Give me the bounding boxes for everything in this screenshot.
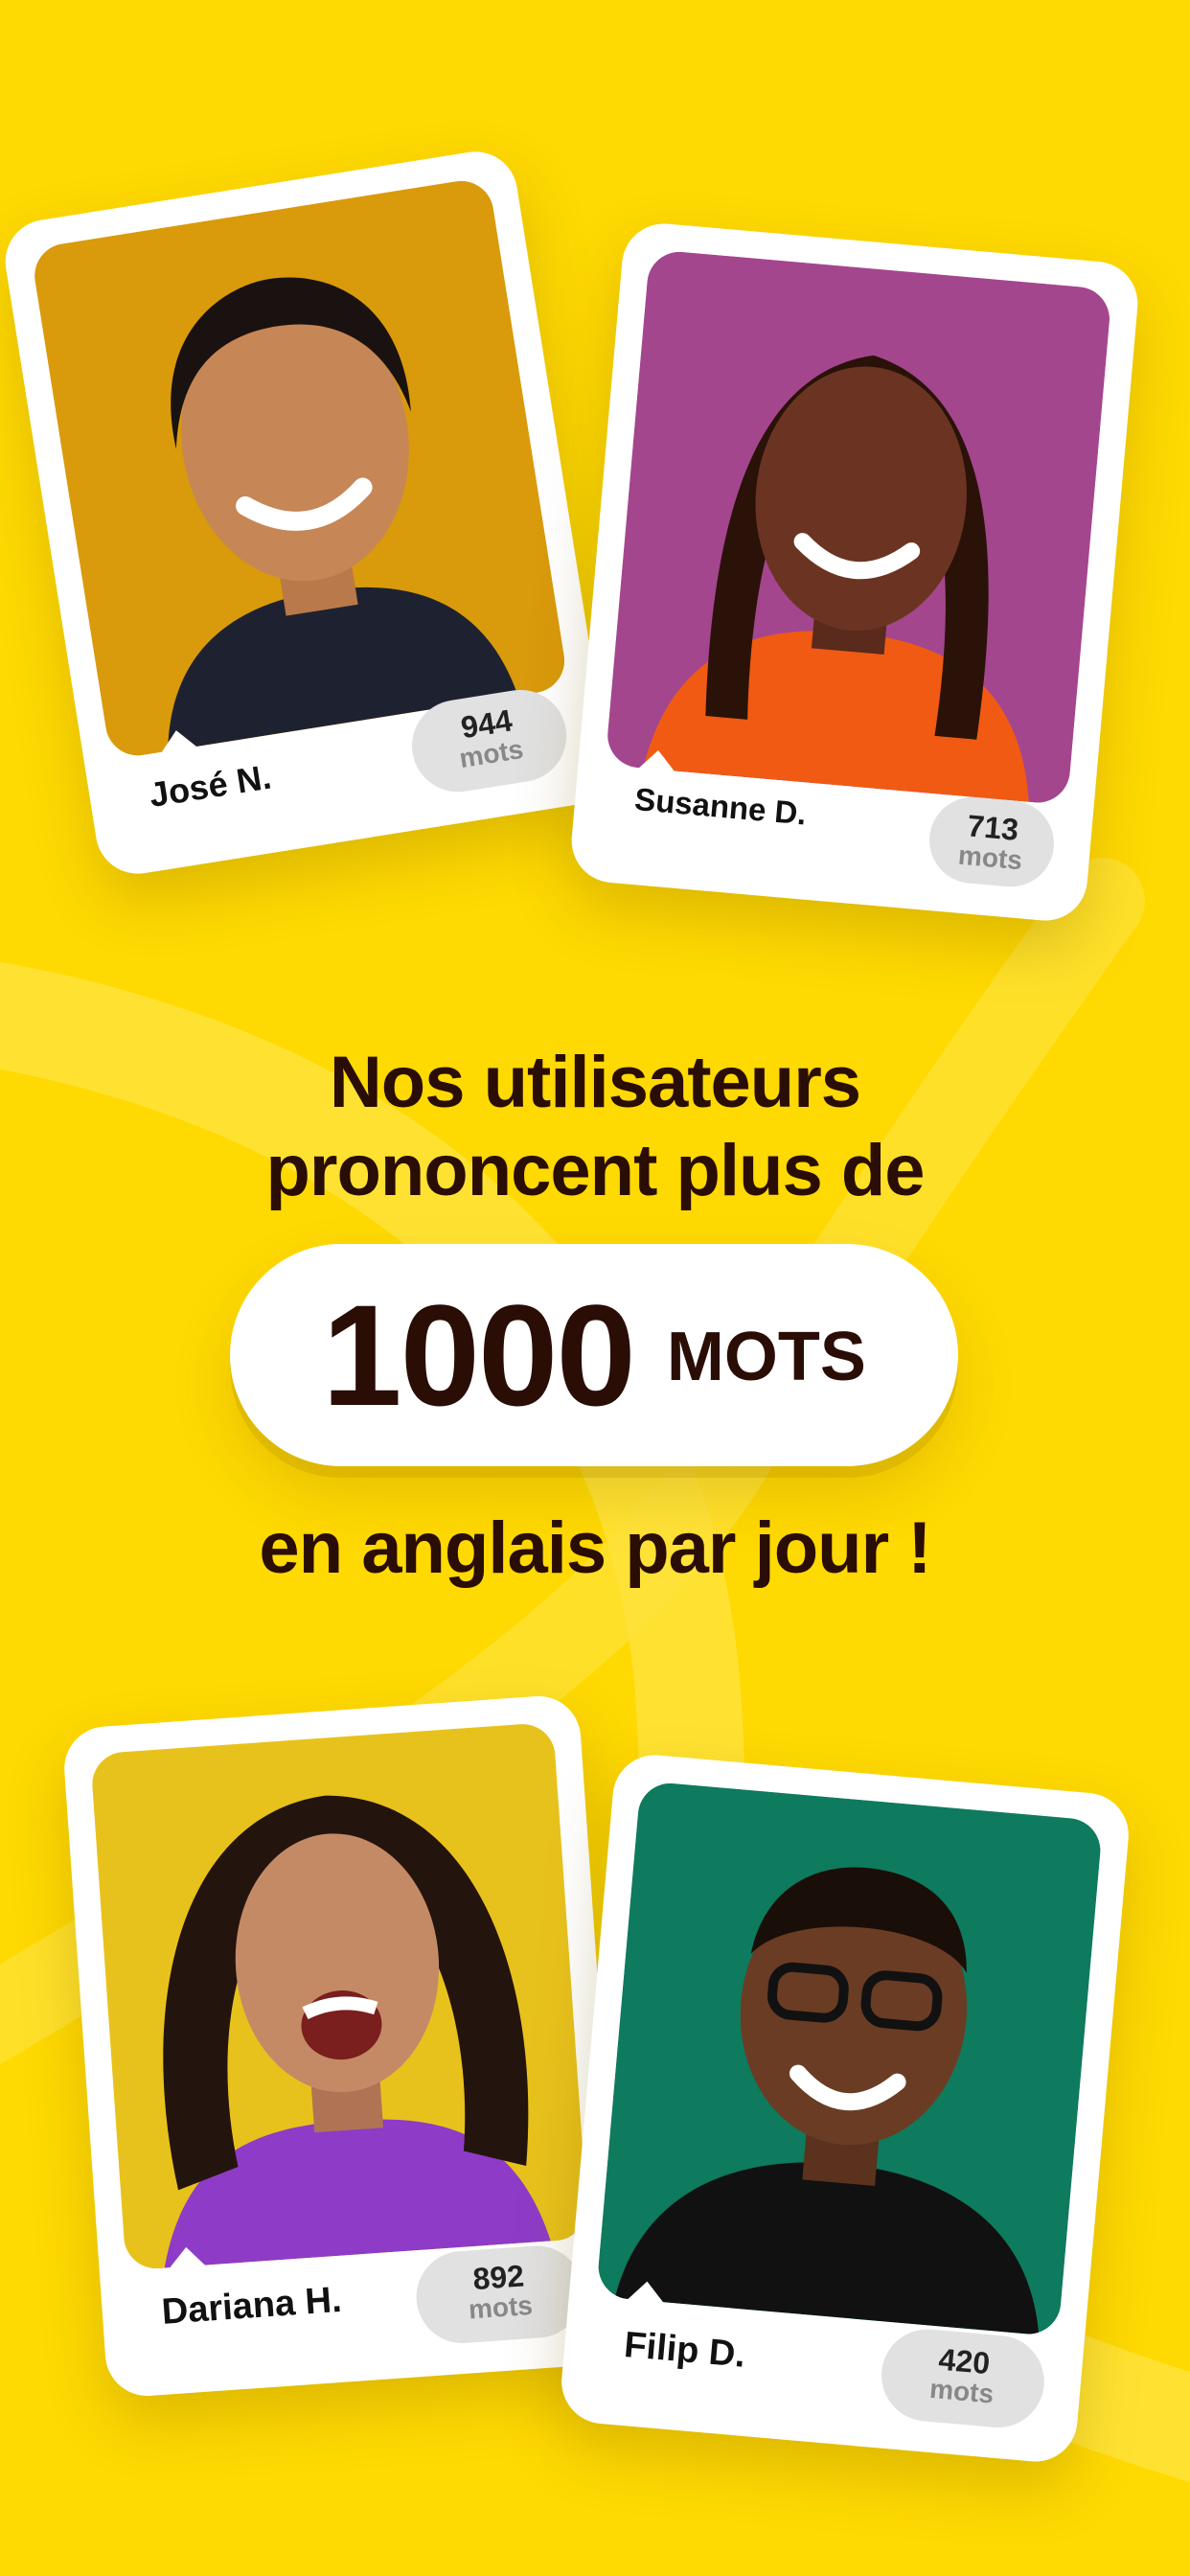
total-count-unit: MOTS: [666, 1319, 866, 1396]
user-card-filip: Filip D. 420 mots: [558, 1751, 1133, 2466]
speech-tail: [624, 2279, 669, 2307]
user-name: Dariana H.: [160, 2279, 343, 2333]
headline-line-1: Nos utilisateurs: [329, 1042, 861, 1123]
portrait-illustration: [90, 1721, 589, 2271]
user-photo: [90, 1721, 589, 2271]
word-count-badge: 892 mots: [413, 2242, 586, 2347]
headline-line-3: en anglais par jour !: [259, 1507, 931, 1589]
portrait-illustration: [30, 176, 569, 761]
user-photo: [595, 1781, 1104, 2337]
user-card-susanne: Susanne D. 713 mots: [567, 219, 1142, 925]
user-photo: [605, 249, 1112, 806]
user-photo: [30, 176, 569, 761]
portrait-illustration: [595, 1781, 1104, 2337]
user-name: José N.: [146, 756, 274, 816]
user-card-dariana: Dariana H. 892 mots: [61, 1693, 625, 2399]
user-card-jose: José N. 944 mots: [0, 146, 614, 880]
speech-tail: [635, 748, 679, 775]
total-count: 1000: [322, 1275, 636, 1436]
word-count-pill: 1000 MOTS: [230, 1244, 958, 1466]
speech-tail: [165, 2245, 209, 2272]
word-count-badge: 713 mots: [926, 794, 1058, 891]
user-name: Susanne D.: [632, 780, 809, 832]
headline-line-2: prononcent plus de: [265, 1130, 925, 1211]
user-name: Filip D.: [622, 2324, 747, 2376]
portrait-illustration: [605, 249, 1112, 806]
word-count-badge: 420 mots: [878, 2325, 1048, 2432]
